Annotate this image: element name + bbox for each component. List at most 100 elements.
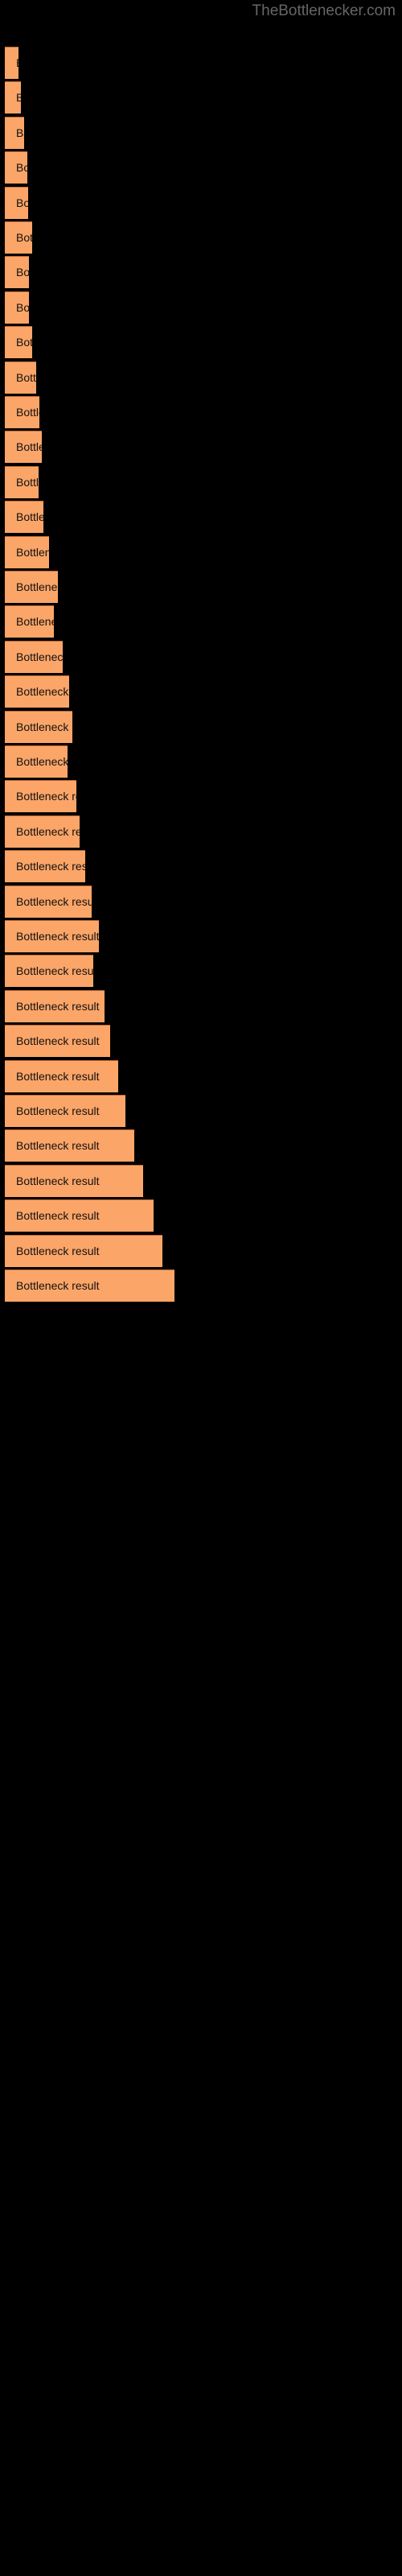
bar-clip: Bottleneck result [5,605,54,638]
bar-row[interactable]: Bottleneck result [0,291,32,324]
bar[interactable] [5,535,49,568]
bar[interactable] [5,1059,118,1092]
bar-clip: Bottleneck result [5,571,58,603]
bar-row[interactable]: Bottleneck result [0,361,39,394]
bar-row[interactable]: Bottleneck result [0,1025,113,1058]
bar-clip: Bottleneck result [5,780,76,813]
bar-clip: Bottleneck result [5,81,21,114]
bar-series-container: Bottleneck resultBottleneck resultBottle… [0,0,402,2576]
bar-clip: Bottleneck result [5,815,80,848]
bar-row[interactable]: Bottleneck result [0,151,31,184]
bottleneck-chart: TheBottlenecker.com Bottleneck resultBot… [0,0,402,2576]
bar-row[interactable]: Bottleneck result [0,116,27,149]
bar-row[interactable]: Bottleneck result [0,256,32,289]
bar[interactable] [5,780,76,813]
bar[interactable] [5,431,42,464]
bar-row[interactable]: Bottleneck result [0,1059,121,1092]
bar-clip: Bottleneck result [5,640,63,673]
bar-row[interactable]: Bottleneck result [0,850,88,883]
bar-row[interactable]: Bottleneck result [0,640,66,673]
bar-clip: Bottleneck result [5,1129,134,1162]
bar[interactable] [5,1269,174,1302]
bar-row[interactable]: Bottleneck result [0,745,71,778]
bar[interactable] [5,815,80,848]
bar-clip: Bottleneck result [5,151,27,184]
bar-row[interactable]: Bottleneck result [0,47,22,79]
bar-clip: Bottleneck result [5,1199,154,1232]
bar-clip: Bottleneck result [5,47,18,79]
bar-row[interactable]: Bottleneck result [0,989,108,1022]
bar-row[interactable]: Bottleneck result [0,1164,146,1197]
bar-row[interactable]: Bottleneck result [0,396,43,428]
bar-clip: Bottleneck result [5,1095,125,1127]
bar[interactable] [5,989,105,1022]
bar-row[interactable]: Bottleneck result [0,605,57,638]
bar-row[interactable]: Bottleneck result [0,1129,137,1162]
bar[interactable] [5,1129,134,1162]
bar[interactable] [5,81,21,114]
bar[interactable] [5,361,36,394]
bar-row[interactable]: Bottleneck result [0,1199,157,1232]
bar-row[interactable]: Bottleneck result [0,955,96,988]
bar[interactable] [5,396,39,428]
bar-clip: Bottleneck result [5,955,93,988]
bar[interactable] [5,640,63,673]
bar-clip: Bottleneck result [5,221,32,254]
bar-row[interactable]: Bottleneck result [0,920,102,952]
bar[interactable] [5,501,43,534]
bar[interactable] [5,850,85,883]
bar[interactable] [5,920,99,952]
bar[interactable] [5,885,92,918]
bar-row[interactable]: Bottleneck result [0,326,35,359]
bar-row[interactable]: Bottleneck result [0,465,42,498]
bar-row[interactable]: Bottleneck result [0,1095,129,1127]
bar[interactable] [5,116,24,149]
bar-clip: Bottleneck result [5,1269,174,1302]
bar[interactable] [5,1164,143,1197]
bar[interactable] [5,151,27,184]
bar-clip: Bottleneck result [5,431,42,464]
bar[interactable] [5,955,93,988]
bar[interactable] [5,326,32,359]
bar-clip: Bottleneck result [5,1059,118,1092]
bar-row[interactable]: Bottleneck result [0,501,47,534]
bar[interactable] [5,675,69,708]
bar-row[interactable]: Bottleneck result [0,81,24,114]
bar-clip: Bottleneck result [5,501,43,534]
bar[interactable] [5,605,54,638]
bar[interactable] [5,1025,110,1058]
bar-clip: Bottleneck result [5,1234,162,1267]
bar-clip: Bottleneck result [5,186,28,219]
bar-clip: Bottleneck result [5,1164,143,1197]
bar-clip: Bottleneck result [5,920,99,952]
bar[interactable] [5,186,28,219]
bar[interactable] [5,291,29,324]
bar-row[interactable]: Bottleneck result [0,1234,166,1267]
bar-row[interactable]: Bottleneck result [0,221,35,254]
bar-clip: Bottleneck result [5,256,29,289]
bar[interactable] [5,256,29,289]
bar-clip: Bottleneck result [5,116,24,149]
bar[interactable] [5,1095,125,1127]
bar-row[interactable]: Bottleneck result [0,675,72,708]
bar-clip: Bottleneck result [5,396,39,428]
bar[interactable] [5,745,68,778]
bar-row[interactable]: Bottleneck result [0,885,95,918]
bar-row[interactable]: Bottleneck result [0,571,61,603]
bar-row[interactable]: Bottleneck result [0,710,76,743]
bar-row[interactable]: Bottleneck result [0,780,80,813]
bar[interactable] [5,47,18,79]
bar[interactable] [5,571,58,603]
bar[interactable] [5,465,39,498]
bar[interactable] [5,1199,154,1232]
bar-row[interactable]: Bottleneck result [0,1269,178,1302]
bar-clip: Bottleneck result [5,1025,110,1058]
bar[interactable] [5,710,72,743]
bar-row[interactable]: Bottleneck result [0,186,31,219]
bar-row[interactable]: Bottleneck result [0,431,45,464]
bar[interactable] [5,221,32,254]
bar-row[interactable]: Bottleneck result [0,815,83,848]
bar-row[interactable]: Bottleneck result [0,535,52,568]
bar[interactable] [5,1234,162,1267]
bar-clip: Bottleneck result [5,535,49,568]
